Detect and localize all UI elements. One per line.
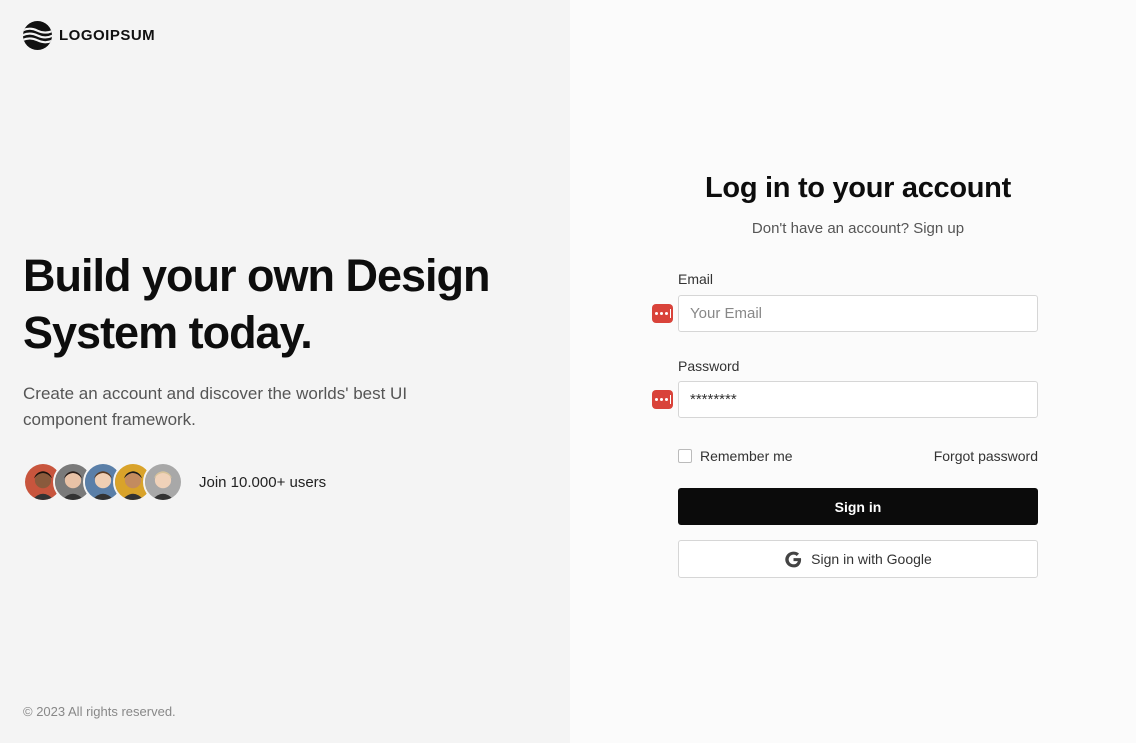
google-button-label: Sign in with Google (811, 551, 932, 567)
logo-text: LOGOIPSUM (59, 27, 156, 44)
logo-waves-icon (22, 20, 53, 51)
copyright-text: © 2023 All rights reserved. (23, 704, 176, 719)
email-label: Email (678, 271, 714, 287)
password-manager-icon[interactable] (652, 304, 673, 323)
password-manager-icon[interactable] (652, 390, 673, 409)
password-input[interactable] (678, 381, 1038, 418)
right-panel: Log in to your account Don't have an acc… (570, 0, 1136, 743)
avatar (143, 462, 183, 502)
google-sign-in-button[interactable]: Sign in with Google (678, 540, 1038, 578)
hero-title: Build your own Design System today. (23, 250, 491, 358)
sign-in-button[interactable]: Sign in (678, 488, 1038, 525)
users-label: Join 10.000+ users (199, 473, 327, 491)
remember-label: Remember me (700, 448, 793, 464)
email-input[interactable] (678, 295, 1038, 332)
remember-checkbox[interactable] (678, 449, 692, 463)
hero-subtitle: Create an account and discover the world… (23, 384, 408, 429)
remember-me[interactable]: Remember me (678, 448, 793, 464)
signup-prompt[interactable]: Don't have an account? Sign up (570, 220, 1136, 237)
form-title: Log in to your account (705, 172, 1011, 204)
google-g-icon (785, 551, 802, 567)
left-panel: LOGOIPSUM Build your own Design System t… (0, 0, 570, 743)
forgot-password-link[interactable]: Forgot password (910, 448, 1038, 464)
password-label: Password (678, 358, 740, 374)
avatar-group (23, 462, 183, 502)
user-count-row: Join 10.000+ users (23, 462, 326, 502)
brand-logo[interactable]: LOGOIPSUM (22, 20, 155, 51)
